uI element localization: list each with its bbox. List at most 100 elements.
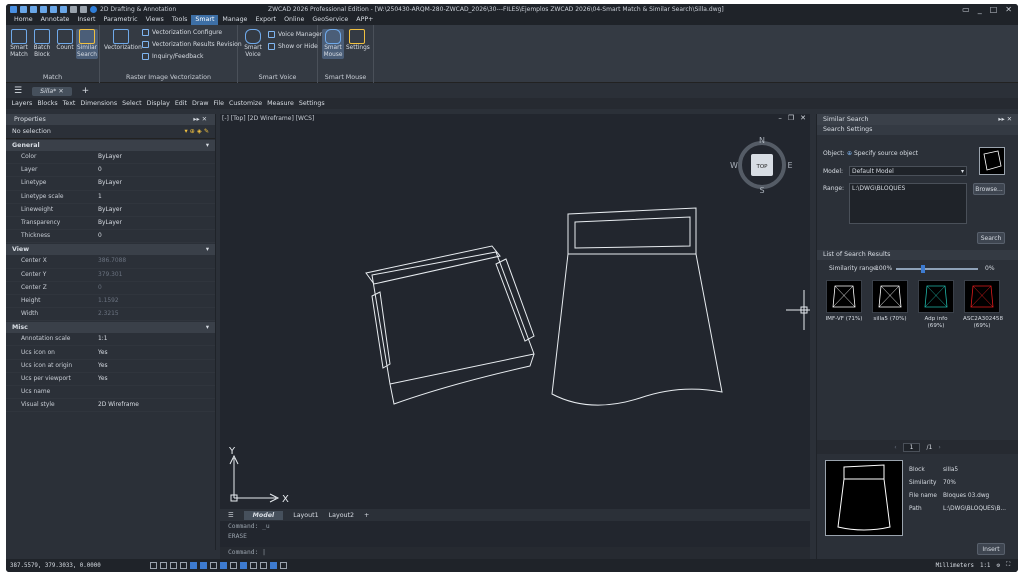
inquiry-feedback-button[interactable]: Inquiry/Feedback bbox=[142, 53, 203, 60]
chevron-down-icon[interactable]: ▾ bbox=[206, 246, 209, 253]
quick-properties-icon[interactable] bbox=[270, 562, 277, 569]
ribbon-tab-app-[interactable]: APP+ bbox=[352, 15, 377, 25]
chevron-down-icon[interactable]: ▾ bbox=[206, 324, 209, 331]
tab-layout1[interactable]: Layout1 bbox=[293, 512, 318, 519]
ribbon-tab-manage[interactable]: Manage bbox=[218, 15, 251, 25]
workspace-icon[interactable] bbox=[90, 6, 97, 13]
section-general[interactable]: General ▾ bbox=[6, 140, 215, 151]
next-page-icon[interactable]: › bbox=[938, 444, 940, 451]
panel-controls[interactable]: ▸▸ ✕ bbox=[998, 116, 1012, 123]
ribbon-tab-export[interactable]: Export bbox=[251, 15, 280, 25]
property-row[interactable]: Ucs icon at origin Yes bbox=[6, 360, 215, 373]
insert-button[interactable]: Insert bbox=[977, 543, 1005, 555]
chair-drawing-right[interactable] bbox=[551, 207, 723, 406]
prev-page-icon[interactable]: ‹ bbox=[894, 444, 896, 451]
similarity-slider[interactable] bbox=[896, 265, 978, 273]
new-file-icon[interactable] bbox=[20, 6, 27, 13]
search-button[interactable]: Search bbox=[977, 232, 1005, 244]
menu-blocks[interactable]: Blocks bbox=[35, 100, 60, 107]
menu-file[interactable]: File bbox=[211, 100, 227, 107]
settings-gear-icon[interactable]: ⚙ bbox=[996, 563, 1000, 569]
ribbon-tab-parametric[interactable]: Parametric bbox=[100, 15, 142, 25]
transparency-toggle-icon[interactable] bbox=[240, 562, 247, 569]
property-row[interactable]: Transparency ByLayer bbox=[6, 217, 215, 231]
smart-mouse-button[interactable]: Smart Mouse bbox=[322, 29, 344, 59]
coordinate-readout[interactable]: 387.5579, 379.3033, 0.0000 bbox=[10, 563, 150, 569]
specify-object-button[interactable]: ⊕ Specify source object bbox=[847, 150, 918, 157]
section-misc[interactable]: Misc ▾ bbox=[6, 322, 215, 334]
mouse-settings-button[interactable]: Settings bbox=[346, 29, 370, 52]
menu-measure[interactable]: Measure bbox=[265, 100, 297, 107]
undo-icon[interactable] bbox=[70, 6, 77, 13]
page-input[interactable]: 1 bbox=[902, 442, 921, 452]
section-view[interactable]: View ▾ bbox=[6, 244, 215, 256]
chevron-down-icon[interactable]: ▾ bbox=[206, 142, 209, 149]
ribbon-tab-geoservice[interactable]: GeoService bbox=[308, 15, 352, 25]
layout-menu-icon[interactable]: ☰ bbox=[228, 512, 234, 519]
otrack-toggle-icon[interactable] bbox=[200, 562, 207, 569]
ribbon-tab-annotate[interactable]: Annotate bbox=[37, 15, 74, 25]
count-button[interactable]: Count bbox=[54, 29, 76, 52]
save-icon[interactable] bbox=[40, 6, 47, 13]
tab-layout2[interactable]: Layout2 bbox=[329, 512, 354, 519]
property-row[interactable]: Center X 386.7088 bbox=[6, 255, 215, 269]
hamburger-menu-icon[interactable]: ☰ bbox=[14, 86, 22, 96]
app-logo-icon[interactable] bbox=[10, 6, 17, 13]
drawing-viewport[interactable]: [-] [Top] [2D Wireframe] [WCS] – ❐ ✕ TOP N… bbox=[220, 114, 810, 509]
voice-manager-button[interactable]: Voice Manager bbox=[268, 31, 322, 38]
add-layout-icon[interactable]: + bbox=[364, 512, 369, 519]
annotation-monitor-icon[interactable] bbox=[260, 562, 267, 569]
range-input[interactable]: L:\DWG\BLOQUES bbox=[849, 183, 967, 224]
annotation-scale-dropdown[interactable]: 1:1 bbox=[980, 563, 990, 569]
property-row[interactable]: Layer 0 bbox=[6, 164, 215, 178]
ortho-toggle-icon[interactable] bbox=[170, 562, 177, 569]
menu-text[interactable]: Text bbox=[60, 100, 78, 107]
property-row[interactable]: Visual style 2D Wireframe bbox=[6, 399, 215, 413]
selection-cycle-icon[interactable] bbox=[250, 562, 257, 569]
redo-icon[interactable] bbox=[80, 6, 87, 13]
menu-select[interactable]: Select bbox=[120, 100, 144, 107]
property-row[interactable]: Center Y 379.301 bbox=[6, 269, 215, 282]
chair-drawing-left[interactable] bbox=[365, 245, 535, 405]
property-row[interactable]: Ucs icon on Yes bbox=[6, 346, 215, 360]
close-icon[interactable]: ✕ bbox=[1005, 5, 1012, 14]
ribbon-tab-tools[interactable]: Tools bbox=[168, 15, 192, 25]
ribbon-tab-smart[interactable]: Smart bbox=[191, 15, 219, 25]
open-file-icon[interactable] bbox=[30, 6, 37, 13]
new-tab-icon[interactable]: + bbox=[82, 86, 90, 96]
osnap-toggle-icon[interactable] bbox=[190, 562, 197, 569]
snap-toggle-icon[interactable] bbox=[160, 562, 167, 569]
print-icon[interactable] bbox=[60, 6, 67, 13]
restore-icon[interactable]: ▭ bbox=[962, 5, 970, 14]
browse-button[interactable]: Browse... bbox=[973, 183, 1005, 195]
menu-settings[interactable]: Settings bbox=[296, 100, 327, 107]
save-as-icon[interactable] bbox=[50, 6, 57, 13]
maximize-icon[interactable]: □ bbox=[990, 5, 998, 14]
dyn-toggle-icon[interactable] bbox=[220, 562, 227, 569]
lineweight-toggle-icon[interactable] bbox=[230, 562, 237, 569]
fullscreen-icon[interactable]: ⛶ bbox=[1006, 562, 1010, 569]
menu-draw[interactable]: Draw bbox=[190, 100, 211, 107]
batch-block-button[interactable]: Batch Block bbox=[31, 29, 53, 59]
similarity-slider-thumb[interactable] bbox=[920, 265, 925, 273]
property-row[interactable]: Color ByLayer bbox=[6, 151, 215, 165]
search-result-item[interactable]: ASC2A302458 (69%) bbox=[963, 280, 1003, 329]
minimize-icon[interactable]: _ bbox=[978, 5, 982, 14]
property-row[interactable]: Height 1.1592 bbox=[6, 295, 215, 309]
vectorization-button[interactable]: Vectorization bbox=[104, 29, 142, 52]
property-row[interactable]: Linetype ByLayer bbox=[6, 177, 215, 191]
ribbon-tab-online[interactable]: Online bbox=[280, 15, 308, 25]
vectorization-configure-button[interactable]: Vectorization Configure bbox=[142, 29, 222, 36]
property-row[interactable]: Width 2.3215 bbox=[6, 308, 215, 322]
units-dropdown[interactable]: Millimeters bbox=[936, 563, 974, 569]
workspace-selector[interactable]: 2D Drafting & Annotation bbox=[100, 6, 176, 13]
menu-edit[interactable]: Edit bbox=[172, 100, 189, 107]
search-result-item[interactable]: IMF-VF (71%) bbox=[825, 280, 863, 323]
close-tab-icon[interactable]: ✕ bbox=[58, 88, 63, 95]
property-row[interactable]: Thickness 0 bbox=[6, 230, 215, 244]
ribbon-tab-views[interactable]: Views bbox=[142, 15, 168, 25]
model-dropdown[interactable]: Default Model ▾ bbox=[849, 166, 967, 176]
search-result-item[interactable]: Adp info (69%) bbox=[917, 280, 955, 329]
grid-toggle-icon[interactable] bbox=[150, 562, 157, 569]
property-row[interactable]: Linetype scale 1 bbox=[6, 191, 215, 204]
